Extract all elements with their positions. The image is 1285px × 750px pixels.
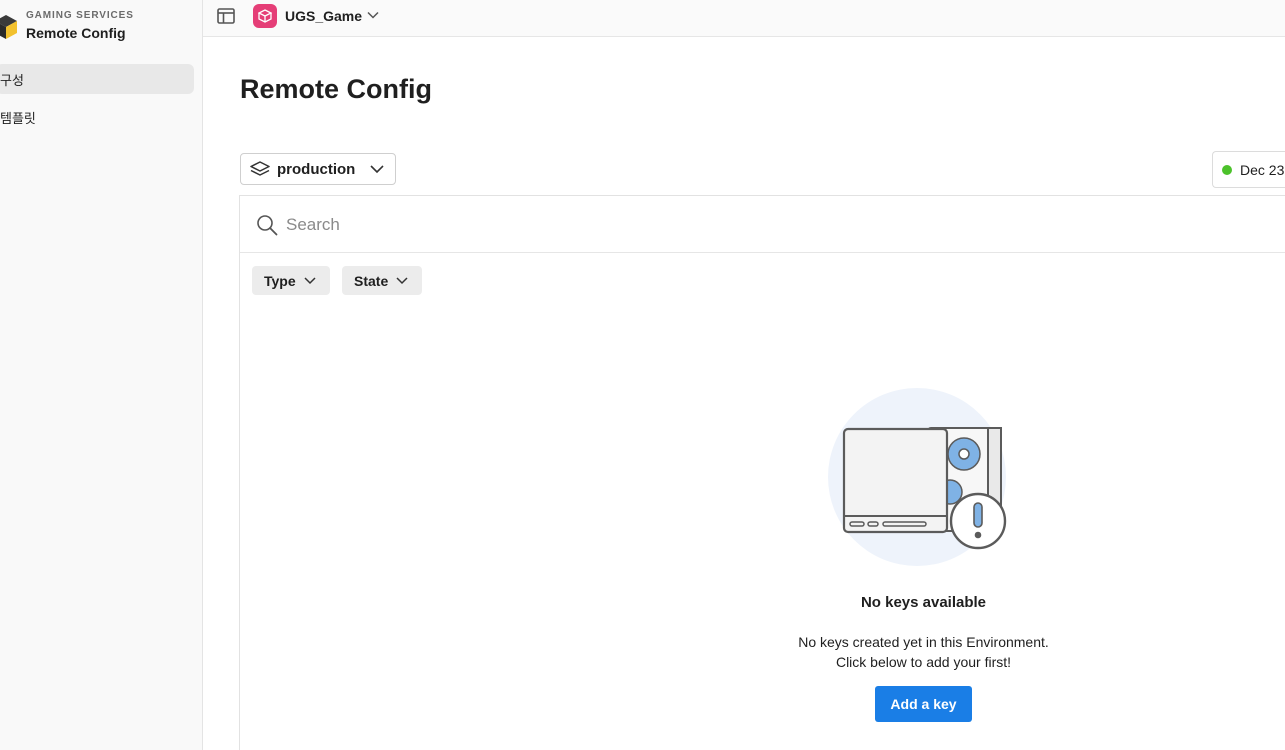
empty-state-title: No keys available [860, 594, 987, 611]
layers-icon [250, 161, 270, 176]
empty-state-description: No keys created yet in this Environment.… [240, 632, 1285, 672]
empty-state-line1: No keys created yet in this Environment. [798, 634, 1049, 650]
page-title: Remote Config [240, 74, 432, 104]
chevron-down-icon [370, 165, 384, 174]
chevron-down-icon[interactable] [367, 10, 379, 20]
project-name[interactable]: UGS_Game [285, 8, 362, 24]
chevron-down-icon [304, 277, 316, 285]
top-bar: UGS_Game [203, 0, 1285, 37]
brand-kicker: GAMING SERVICES [26, 10, 134, 21]
sidebar-item-configuration[interactable]: 구성 [0, 64, 194, 94]
state-filter-button[interactable]: State [342, 266, 422, 295]
environment-label: production [277, 161, 356, 178]
filter-label: State [354, 272, 389, 289]
chevron-down-icon [396, 277, 408, 285]
sidebar: GAMING SERVICES Remote Config 구성 템플릿 [0, 0, 203, 750]
last-updated-date: Dec 23 [1240, 162, 1285, 178]
filter-label: Type [264, 272, 296, 289]
last-updated-chip[interactable]: Dec 23 [1212, 151, 1285, 188]
empty-state-line2: Click below to add your first! [835, 654, 1012, 670]
project-icon[interactable] [253, 4, 277, 28]
search-input[interactable] [286, 211, 1186, 239]
sidebar-item-label: 템플릿 [0, 111, 36, 127]
environment-select[interactable]: production [240, 153, 396, 185]
add-key-button[interactable]: Add a key [875, 686, 972, 722]
sidebar-item-templates[interactable]: 템플릿 [0, 102, 194, 132]
cube-logo-icon [0, 15, 17, 39]
panel-layout-icon[interactable] [217, 8, 235, 24]
search-bar [240, 196, 1285, 253]
brand-header: GAMING SERVICES Remote Config [0, 8, 200, 48]
cube-icon [258, 9, 272, 23]
app-root: GAMING SERVICES Remote Config 구성 템플릿 UGS… [0, 0, 1285, 750]
search-icon [257, 215, 278, 236]
brand-title: Remote Config [26, 25, 126, 41]
sidebar-item-label: 구성 [0, 73, 24, 89]
no-keys-illustration [828, 388, 1007, 566]
keys-panel: Type State [239, 195, 1285, 750]
type-filter-button[interactable]: Type [252, 266, 330, 295]
status-dot [1222, 165, 1232, 175]
